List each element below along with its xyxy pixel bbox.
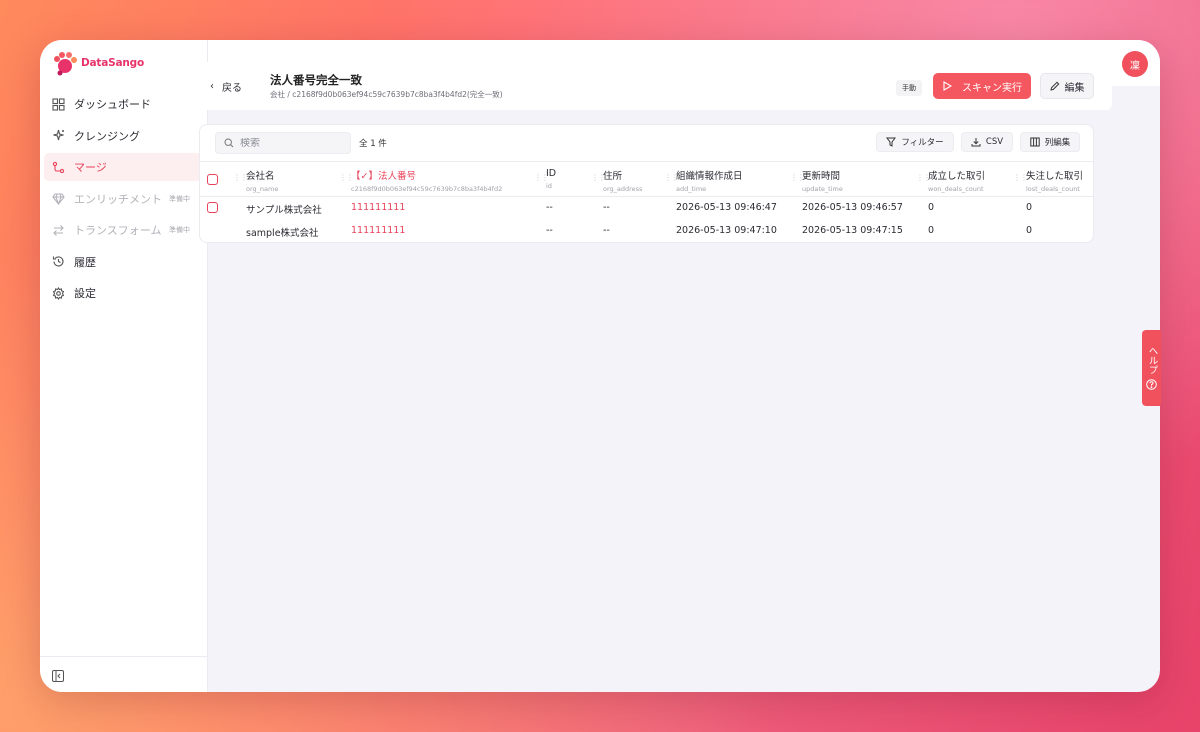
filter-label: フィルター — [901, 138, 944, 148]
gear-icon — [52, 286, 65, 300]
sidebar-item-cleansing[interactable]: クレンジング — [44, 122, 202, 150]
sidebar-item-history[interactable]: 履歴 — [44, 248, 202, 276]
history-icon — [52, 255, 65, 268]
mode-badge: 手動 — [896, 80, 922, 96]
sidebar-item-label: ダッシュボード — [74, 98, 151, 111]
gem-icon — [52, 192, 65, 205]
cell-lost-deals: 0 — [1026, 225, 1033, 236]
sidebar-footer — [40, 656, 208, 692]
sidebar-item-label: マージ — [74, 161, 107, 174]
sidebar-collapse-icon[interactable] — [52, 670, 64, 682]
sidebar-item-enrichment: エンリッチメント 準備中 — [44, 185, 202, 213]
back-label: 戻る — [222, 83, 242, 94]
page-title: 法人番号完全一致 — [270, 73, 362, 87]
help-circle-icon — [1146, 378, 1157, 390]
merge-icon — [52, 161, 65, 174]
help-label: ヘルプ — [1146, 346, 1158, 375]
coming-soon-badge: 準備中 — [169, 194, 190, 203]
cell-update-time: 2026-05-13 09:47:15 — [802, 225, 903, 236]
sparkle-icon — [52, 129, 65, 142]
play-icon — [943, 81, 952, 91]
cell-corporate-number: 111111111 — [351, 202, 406, 213]
cell-org-name: サンプル株式会社 — [246, 205, 322, 216]
sidebar-item-label: トランスフォーム — [74, 224, 162, 237]
edit-columns-button[interactable]: 列編集 — [1020, 132, 1080, 152]
cell-won-deals: 0 — [928, 225, 935, 236]
column-header-corporate-number[interactable]: 【✓】法人番号 c2168f9d0b063ef94c59c7639b7c8ba3… — [351, 168, 535, 193]
cell-address: -- — [603, 202, 610, 213]
back-button[interactable]: ‹ 戻る — [210, 79, 242, 94]
column-header-lost-deals[interactable]: 失注した取引 lost_deals_count — [1026, 168, 1093, 193]
logo-text: DataSango — [81, 57, 144, 69]
coming-soon-badge: 準備中 — [169, 226, 190, 234]
logo-mark-icon — [54, 52, 77, 76]
grid-icon — [52, 97, 65, 111]
search-icon — [224, 138, 234, 148]
cell-won-deals: 0 — [928, 202, 935, 213]
filter-button[interactable]: フィルター — [876, 132, 954, 152]
breadcrumb: 会社 / c2168f9d0b063ef94c59c7639b7c8ba3f4b… — [270, 90, 503, 99]
edit-button[interactable]: 編集 — [1040, 73, 1094, 99]
records-table-card: 全 1 件 フィルター CSV 列編集 ⋮⋮ 会社名 org_name ⋮⋮ 【… — [199, 124, 1094, 243]
column-header-org-name[interactable]: 会社名 org_name — [246, 168, 336, 193]
sidebar-item-label: エンリッチメント — [74, 192, 162, 206]
sidebar-item-label: 設定 — [74, 287, 96, 300]
record-count: 全 1 件 — [359, 139, 387, 149]
edit-label: 編集 — [1064, 82, 1085, 94]
help-tab[interactable]: ヘルプ — [1142, 330, 1161, 406]
avatar[interactable]: 凜 — [1122, 51, 1148, 77]
drag-handle-icon[interactable]: ⋮⋮ — [233, 173, 248, 182]
logo[interactable]: DataSango — [52, 50, 144, 76]
cell-org-name: sample株式会社 — [246, 228, 319, 239]
column-header-update-time[interactable]: 更新時間 update_time — [802, 168, 912, 193]
cell-add-time: 2026-05-13 09:47:10 — [676, 225, 777, 236]
cell-id: -- — [546, 225, 553, 236]
sidebar-item-settings[interactable]: 設定 — [44, 279, 202, 307]
csv-download-button[interactable]: CSV — [961, 132, 1013, 152]
row-checkbox[interactable] — [207, 202, 218, 213]
column-header-won-deals[interactable]: 成立した取引 won_deals_count — [928, 168, 1014, 193]
sidebar-item-merge[interactable]: マージ — [44, 153, 202, 181]
download-icon — [971, 138, 981, 147]
filter-icon — [886, 137, 897, 147]
sidebar-item-transform: トランスフォーム 準備中 — [44, 216, 202, 244]
run-scan-button[interactable]: スキャン実行 — [933, 73, 1031, 99]
cell-add-time: 2026-05-13 09:46:47 — [676, 202, 777, 213]
search-box[interactable] — [215, 132, 351, 154]
table-row[interactable]: sample株式会社 111111111 -- -- 2026-05-13 09… — [200, 220, 1093, 242]
sidebar: DataSango ダッシュボード クレンジング マージ エンリッチメント 準備… — [40, 40, 208, 692]
pencil-icon — [1049, 81, 1059, 91]
select-all-checkbox[interactable] — [207, 174, 218, 185]
table-row[interactable]: サンプル株式会社 111111111 -- -- 2026-05-13 09:4… — [200, 197, 1093, 220]
cell-address: -- — [603, 225, 610, 236]
sidebar-item-label: クレンジング — [74, 129, 140, 143]
drag-handle-icon[interactable]: ⋮⋮ — [1013, 173, 1028, 182]
sidebar-item-label: 履歴 — [74, 255, 96, 269]
column-header-address[interactable]: 住所 org_address — [603, 168, 669, 193]
page-header: ‹ 戻る 法人番号完全一致 会社 / c2168f9d0b063ef94c59c… — [184, 62, 1112, 110]
edit-columns-label: 列編集 — [1044, 138, 1071, 148]
table-header: ⋮⋮ 会社名 org_name ⋮⋮ 【✓】法人番号 c2168f9d0b063… — [200, 161, 1093, 197]
column-header-id[interactable]: ID id — [546, 168, 586, 190]
run-scan-label: スキャン実行 — [962, 82, 1022, 94]
cell-lost-deals: 0 — [1026, 202, 1033, 213]
swap-icon — [52, 224, 65, 237]
chevron-left-icon: ‹ — [210, 81, 214, 92]
csv-label: CSV — [985, 137, 1004, 147]
cell-id: -- — [546, 202, 553, 213]
cell-corporate-number: 111111111 — [351, 225, 406, 236]
search-input[interactable] — [240, 137, 340, 149]
column-header-add-time[interactable]: 組織情報作成日 add_time — [676, 168, 786, 193]
columns-icon — [1030, 137, 1040, 147]
cell-update-time: 2026-05-13 09:46:57 — [802, 202, 903, 213]
sidebar-item-dashboard[interactable]: ダッシュボード — [44, 90, 202, 118]
sidebar-nav: ダッシュボード クレンジング マージ エンリッチメント 準備中 トランスフォーム… — [44, 90, 202, 311]
